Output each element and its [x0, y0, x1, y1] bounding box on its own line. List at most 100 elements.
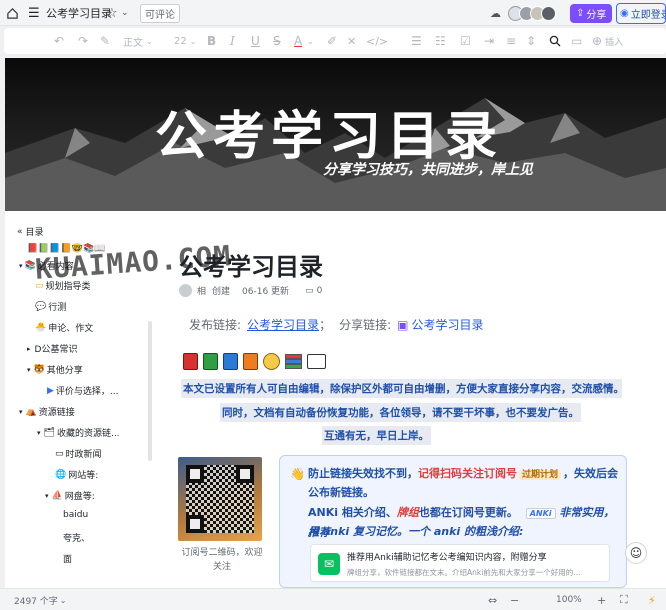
outline-item-label: D公基常识: [34, 345, 78, 355]
underline-icon[interactable]: U: [251, 28, 260, 54]
outline-item[interactable]: ▸ D公基常识: [27, 342, 78, 356]
links-row: 发布链接: 公考学习目录 ； 分享链接: ▣ 公考学习目录: [189, 316, 483, 333]
share-button[interactable]: ⇪ 分享: [570, 3, 613, 23]
outline-scrollbar[interactable]: [148, 321, 152, 461]
word-count-value: 2497 个字: [14, 596, 58, 607]
outline-item[interactable]: ▾ 🐯 其他分享: [27, 363, 83, 377]
globe-icon: 🌐: [55, 469, 67, 480]
tiger-icon: 🐯: [33, 364, 45, 375]
chevron-down-icon: ⌄: [59, 595, 67, 605]
document-title[interactable]: 公考学习目录: [46, 0, 112, 26]
font-family-select[interactable]: 正文 ⌄: [123, 28, 153, 54]
outline-item[interactable]: ▶ 评价与选择，...: [47, 384, 119, 398]
outline-item[interactable]: 面: [63, 552, 72, 565]
format-painter-icon[interactable]: ✎: [100, 28, 110, 54]
link-card-description: 牌组分享，软件链接都在文末。介绍Anki前先和大家分享一个好用的...: [347, 568, 581, 577]
home-icon[interactable]: [6, 0, 19, 26]
menu-icon[interactable]: ☰: [28, 0, 40, 26]
intro-paragraph-2[interactable]: 同时，文档有自动备份恢复功能，各位领导，请不要干坏事，也不要发广告。: [220, 403, 581, 422]
font-size-select[interactable]: 22 ⌄: [174, 28, 196, 54]
italic-icon[interactable]: I: [230, 28, 235, 54]
zoom-out-icon[interactable]: −: [510, 589, 519, 610]
bold-icon[interactable]: B: [207, 28, 216, 54]
link-card[interactable]: ✉ 推荐用Anki辅助记忆考公考编知识内容，附赠分享 牌组分享，软件链接都在文末…: [310, 544, 610, 582]
outline-header[interactable]: «目录: [17, 225, 44, 239]
numbered-list-icon[interactable]: ☷: [435, 28, 446, 54]
indent-icon[interactable]: ⇥: [484, 28, 494, 54]
login-button[interactable]: ◉立即登录: [616, 2, 666, 24]
outline-item-label: 时政新闻: [65, 450, 102, 460]
intro-paragraph-1[interactable]: 本文已设置所有人可自由编辑，除保护区外都可自由增删，方便大家直接分享内容，交流感…: [181, 379, 622, 398]
blue-book-icon: [223, 353, 238, 370]
document-icon: ▭: [55, 448, 64, 459]
outline-item[interactable]: ▾ ⛺ 资源链接: [19, 405, 75, 419]
formatting-toolbar: ↶ ↷ ✎ 正文 ⌄ 22 ⌄ B I U S A ⌄ ✐ ✕ </> ☰ ☷ ☑ …: [4, 28, 666, 54]
chevron-down-icon[interactable]: ⌄: [121, 0, 129, 26]
redo-icon[interactable]: ↷: [78, 28, 88, 54]
callout-text: 防止链接失效找不到，: [308, 467, 418, 480]
word-count[interactable]: 2497 个字 ⌄: [14, 589, 66, 610]
books-stack-icon: [285, 354, 302, 369]
star-icon[interactable]: ☆: [106, 0, 118, 26]
font-size-value: 22: [174, 35, 187, 47]
share-button-label: 分享: [586, 9, 607, 21]
strikethrough-icon[interactable]: S: [273, 28, 281, 54]
outline-header-label: 目录: [25, 228, 44, 238]
cloud-sync-icon: ☁: [490, 6, 501, 20]
share-link[interactable]: 公考学习目录: [411, 316, 483, 333]
avatar[interactable]: [179, 284, 192, 297]
publish-label: 发布链接:: [189, 318, 242, 332]
outline-item[interactable]: ▾ ⛵ 网盘等:: [45, 489, 95, 503]
outline-item[interactable]: 🐣 申论、作文: [35, 321, 93, 335]
comment-count: 0: [316, 285, 323, 296]
created-label: 创建: [212, 287, 231, 297]
code-icon[interactable]: </>: [366, 28, 388, 54]
orange-book-icon: [243, 353, 258, 370]
undo-icon[interactable]: ↶: [54, 28, 64, 54]
callout-line-1: 防止链接失效找不到，记得扫码关注订阅号 过期计划 ，失效后会公布新链接。: [308, 465, 620, 501]
insert-button[interactable]: ⊕ 插入: [592, 28, 623, 54]
collaborator-avatars[interactable]: [508, 0, 556, 26]
outline-item-label: 行测: [48, 303, 67, 313]
doc-link-icon: ▣: [397, 317, 409, 332]
outline-item[interactable]: ▭ 时政新闻: [55, 447, 102, 461]
speech-bubble-icon: 💬: [35, 301, 47, 312]
font-color-icon[interactable]: A: [294, 28, 302, 54]
qr-code-image[interactable]: [178, 457, 262, 541]
outline-item[interactable]: 💬 行测: [35, 300, 67, 314]
search-icon[interactable]: [549, 28, 561, 54]
comment-permission-badge[interactable]: 可评论: [140, 3, 180, 23]
publish-link[interactable]: 公考学习目录: [247, 316, 319, 333]
chevron-down-icon[interactable]: ⌄: [307, 28, 314, 54]
page-title[interactable]: 公考学习目录: [179, 247, 323, 282]
expiry-tag[interactable]: 过期计划: [519, 470, 562, 480]
zoom-in-icon[interactable]: +: [597, 589, 606, 610]
outline-item-label: 收藏的资源链...: [56, 429, 120, 439]
outline-item[interactable]: baidu: [63, 510, 88, 520]
lightning-icon[interactable]: ⚡: [648, 589, 656, 610]
outline-item[interactable]: ▾ 🗂 收藏的资源链...: [37, 426, 120, 440]
comment-icon[interactable]: ▭: [571, 28, 582, 54]
author-name[interactable]: 相: [197, 284, 206, 297]
document-meta: 相 创建 06-16 更新 ▭ 0: [179, 284, 322, 297]
highlight-icon[interactable]: ✐: [327, 28, 337, 54]
bullet-list-icon[interactable]: ☰: [411, 28, 422, 54]
comment-icon[interactable]: ▭: [305, 286, 314, 296]
outline-item[interactable]: 夸克、: [63, 531, 90, 544]
clear-format-icon[interactable]: ✕: [347, 28, 356, 54]
checklist-icon[interactable]: ☑: [460, 28, 471, 54]
update-time: 06-16 更新: [242, 287, 290, 297]
zoom-level[interactable]: 100%: [556, 589, 582, 610]
outline-item-label: 评价与选择，...: [55, 387, 119, 397]
line-spacing-icon[interactable]: ⇕: [526, 28, 536, 54]
fit-width-icon[interactable]: ⇔: [488, 589, 497, 610]
fullscreen-icon[interactable]: ⛶: [620, 589, 628, 610]
intro-paragraph-3[interactable]: 互通有无，早日上岸。: [322, 426, 431, 445]
font-family-value: 正文: [123, 37, 143, 49]
outline-item[interactable]: 🌐 网站等:: [55, 468, 98, 482]
align-icon[interactable]: ≡: [506, 28, 516, 54]
wechat-icon: ✉: [318, 553, 340, 575]
callout-block[interactable]: 👋 防止链接失效找不到，记得扫码关注订阅号 过期计划 ，失效后会公布新链接。 ANK…: [279, 455, 627, 588]
plus-circle-icon: ⊕: [592, 34, 603, 48]
assistant-icon[interactable]: ☺: [625, 542, 647, 564]
